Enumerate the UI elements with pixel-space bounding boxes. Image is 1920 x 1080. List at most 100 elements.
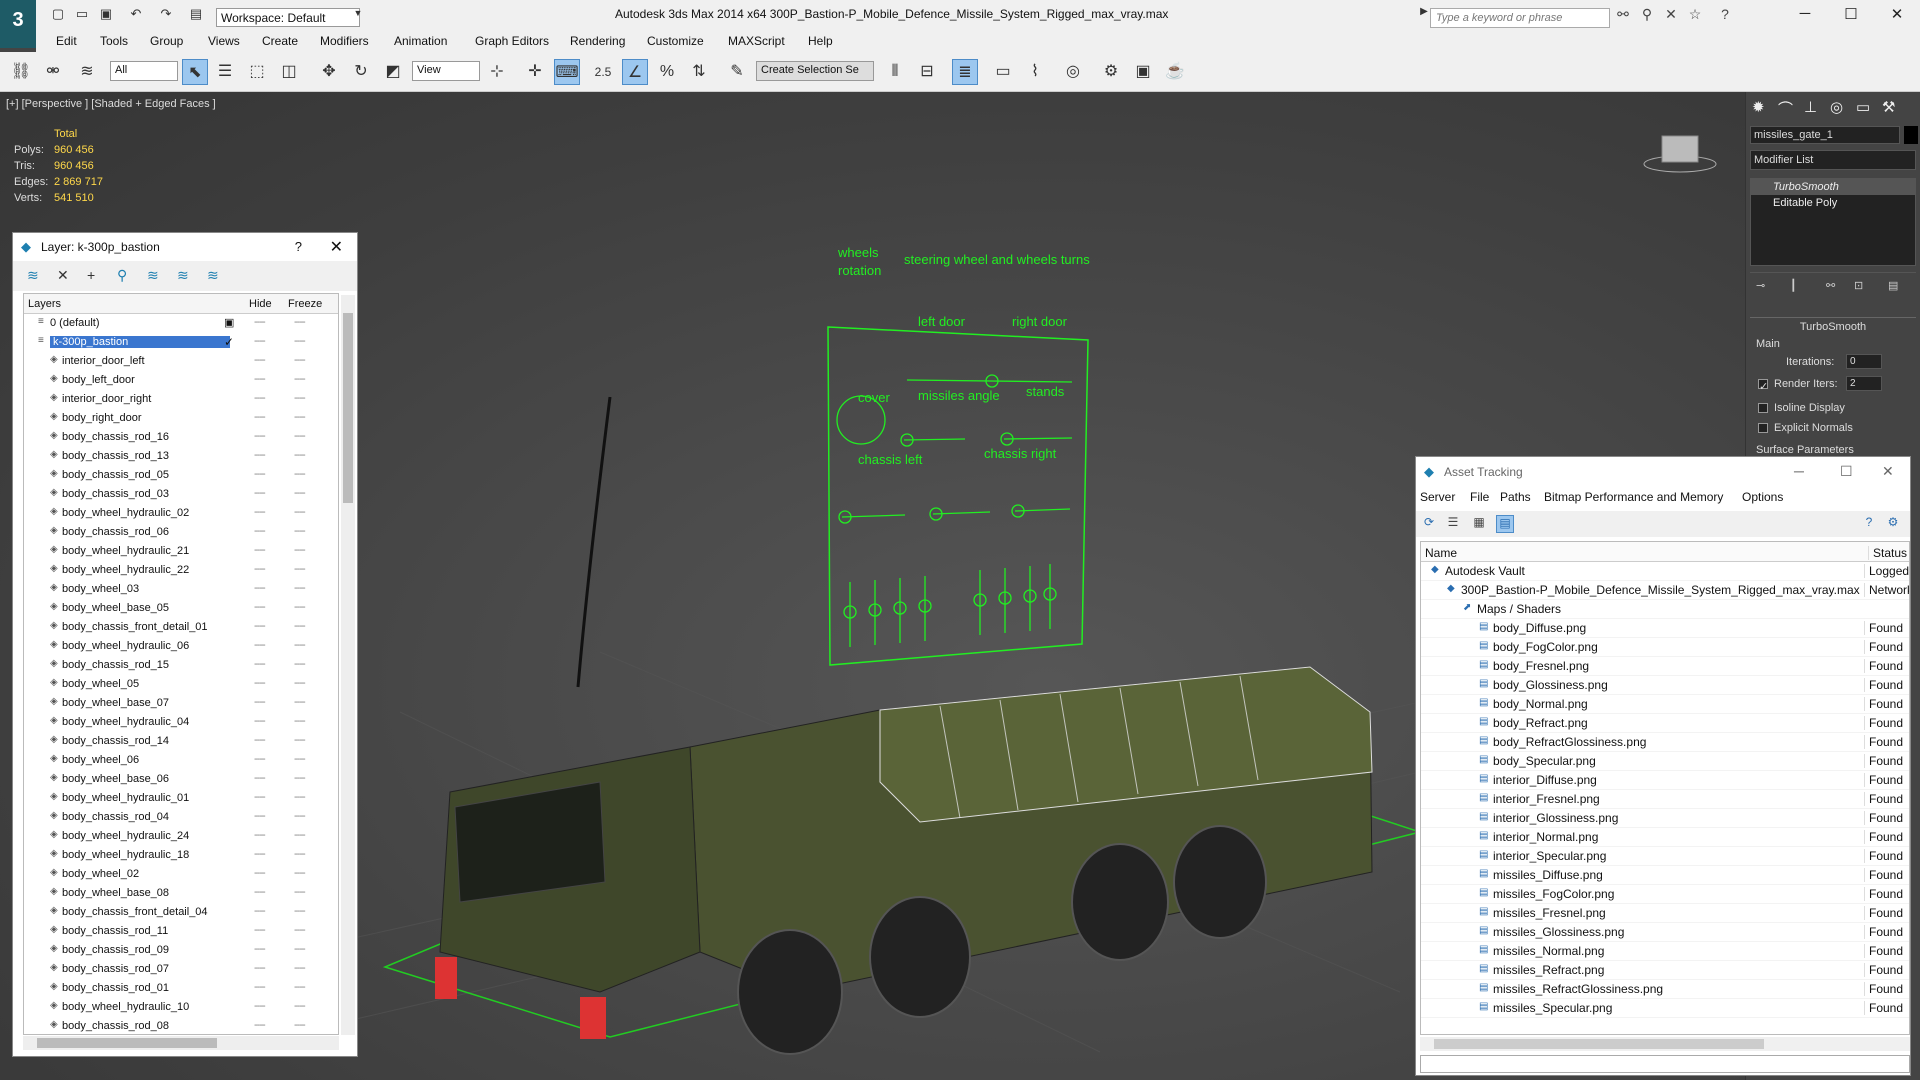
freeze-toggle[interactable]: ---- — [294, 886, 306, 898]
menu-create[interactable]: Create — [262, 34, 298, 48]
refresh-icon[interactable]: ⟳ — [1420, 515, 1438, 533]
hide-toggle[interactable]: ---- — [254, 829, 266, 841]
turbosmooth-rollout[interactable]: TurboSmooth — [1750, 317, 1916, 335]
asset-row[interactable]: ▤ interior_Specular.png Found — [1421, 847, 1909, 866]
pin-stack-icon[interactable]: ⊸ — [1756, 279, 1765, 292]
freeze-toggle[interactable]: ---- — [294, 392, 306, 404]
menu-bitmap-performance[interactable]: Bitmap Performance and Memory — [1544, 490, 1723, 504]
asset-name[interactable]: Autodesk Vault — [1445, 564, 1525, 578]
asset-name[interactable]: interior_Normal.png — [1493, 830, 1598, 844]
select-object-icon[interactable]: ⬉ — [182, 59, 208, 85]
render-iters-spinner[interactable]: 2 — [1846, 376, 1882, 391]
layer-row[interactable]: ◈ body_wheel_06 ---- ---- — [24, 751, 338, 770]
asset-name[interactable]: interior_Specular.png — [1493, 849, 1606, 863]
freeze-toggle[interactable]: ---- — [294, 354, 306, 366]
layer-name[interactable]: body_chassis_rod_04 — [62, 811, 169, 823]
asset-row[interactable]: ▤ missiles_Refract.png Found — [1421, 961, 1909, 980]
layer-name[interactable]: body_wheel_hydraulic_06 — [62, 640, 189, 652]
freeze-toggle[interactable]: ---- — [294, 734, 306, 746]
link-icon[interactable]: ⛓ — [8, 59, 34, 85]
asset-row[interactable]: ▤ body_Fresnel.png Found — [1421, 657, 1909, 676]
hide-toggle[interactable]: ---- — [254, 582, 266, 594]
layer-row[interactable]: ◈ body_wheel_hydraulic_24 ---- ---- — [24, 827, 338, 846]
align-icon[interactable]: ⊟ — [914, 59, 940, 85]
layer-name[interactable]: body_chassis_front_detail_04 — [62, 906, 208, 918]
freeze-all-icon[interactable]: ≋ — [207, 267, 219, 284]
hide-all-icon[interactable]: ≋ — [177, 267, 189, 284]
search-input[interactable]: Type a keyword or phrase — [1430, 8, 1610, 28]
hide-toggle[interactable]: ---- — [254, 525, 266, 537]
hide-toggle[interactable]: ---- — [254, 468, 266, 480]
col-status[interactable]: Status — [1868, 546, 1907, 560]
asset-row[interactable]: ▤ body_FogColor.png Found — [1421, 638, 1909, 657]
layer-row[interactable]: ≡ 0 (default) ▣ ---- ---- — [24, 314, 338, 333]
project-folder-icon[interactable]: ▤ — [186, 6, 206, 24]
layer-name[interactable]: body_wheel_hydraulic_24 — [62, 830, 189, 842]
layer-name[interactable]: body_wheel_06 — [62, 754, 139, 766]
layer-row[interactable]: ◈ body_chassis_rod_15 ---- ---- — [24, 656, 338, 675]
freeze-toggle[interactable]: ---- — [294, 449, 306, 461]
layer-name[interactable]: interior_door_left — [62, 355, 145, 367]
utilities-tab-icon[interactable]: ⚒ — [1882, 98, 1895, 116]
freeze-toggle[interactable]: ---- — [294, 696, 306, 708]
layer-row[interactable]: ◈ body_wheel_hydraulic_01 ---- ---- — [24, 789, 338, 808]
scroll-thumb[interactable] — [37, 1038, 217, 1048]
workspace-dropdown-icon[interactable]: ▼ — [348, 8, 368, 26]
asset-name[interactable]: missiles_Refract.png — [1493, 963, 1604, 977]
menu-help[interactable]: Help — [808, 34, 833, 48]
curve-editor-icon[interactable]: ⌇ — [1022, 59, 1048, 85]
freeze-toggle[interactable]: ---- — [294, 544, 306, 556]
layer-scrollbar[interactable] — [341, 295, 355, 1035]
asset-name[interactable]: missiles_Diffuse.png — [1493, 868, 1603, 882]
hide-toggle[interactable]: ---- — [254, 753, 266, 765]
render-iters-checkbox[interactable]: ✓ — [1758, 379, 1768, 393]
freeze-toggle[interactable]: ---- — [294, 981, 306, 993]
active-layer-check-icon[interactable]: ✓ — [224, 335, 234, 349]
freeze-toggle[interactable]: ---- — [294, 677, 306, 689]
freeze-toggle[interactable]: ---- — [294, 506, 306, 518]
stack-item-turbosmooth[interactable]: TurboSmooth — [1751, 179, 1915, 195]
layer-row[interactable]: ◈ body_chassis_front_detail_04 ---- ---- — [24, 903, 338, 922]
layer-manager-window[interactable]: Layer: k-300p_bastion ◆ ? ✕ ≋ ✕ + ⚲ ≋ ≋ … — [12, 232, 358, 1057]
hide-toggle[interactable]: ---- — [254, 658, 266, 670]
unlink-icon[interactable]: ⚮ — [40, 59, 66, 85]
asset-help-icon[interactable]: ? — [1860, 515, 1878, 533]
help-icon[interactable]: ? — [295, 239, 302, 254]
hide-toggle[interactable]: ---- — [254, 1000, 266, 1012]
angle-snap-icon[interactable]: ∠ — [622, 59, 648, 85]
freeze-toggle[interactable]: ---- — [294, 373, 306, 385]
selection-filter-select[interactable]: All — [110, 61, 178, 81]
asset-row[interactable]: ▤ interior_Diffuse.png Found — [1421, 771, 1909, 790]
hide-toggle[interactable]: ---- — [254, 392, 266, 404]
layer-row[interactable]: ◈ body_chassis_rod_04 ---- ---- — [24, 808, 338, 827]
modify-tab-icon[interactable]: ⌒ — [1778, 98, 1793, 119]
hide-toggle[interactable]: ---- — [254, 886, 266, 898]
hide-toggle[interactable]: ---- — [254, 848, 266, 860]
minimize-icon[interactable]: ─ — [1794, 463, 1804, 479]
hide-toggle[interactable]: ---- — [254, 1019, 266, 1031]
menu-customize[interactable]: Customize — [647, 34, 704, 48]
col-name[interactable]: Name — [1425, 546, 1457, 560]
layer-row[interactable]: ◈ body_wheel_05 ---- ---- — [24, 675, 338, 694]
ribbon-icon[interactable]: ▭ — [990, 59, 1016, 85]
redo-icon[interactable]: ↷ — [156, 6, 176, 24]
window-crossing-icon[interactable]: ◫ — [276, 59, 302, 85]
layer-name[interactable]: body_chassis_rod_08 — [62, 1020, 169, 1032]
render-production-icon[interactable]: ☕ — [1162, 59, 1188, 85]
layer-window-title[interactable]: Layer: k-300p_bastion — [13, 233, 357, 261]
display-tab-icon[interactable]: ▭ — [1856, 98, 1870, 116]
asset-name[interactable]: body_Fresnel.png — [1493, 659, 1589, 673]
hide-toggle[interactable]: ---- — [254, 962, 266, 974]
object-name-field[interactable]: missiles_gate_1 — [1750, 126, 1900, 144]
select-in-layer-icon[interactable]: ⚲ — [117, 267, 127, 284]
keyboard-shortcut-icon[interactable]: ⌨ — [554, 59, 580, 85]
hide-toggle[interactable]: ---- — [254, 924, 266, 936]
freeze-toggle[interactable]: ---- — [294, 1019, 306, 1031]
select-manipulate-icon[interactable]: ✛ — [522, 59, 548, 85]
scroll-thumb[interactable] — [343, 313, 353, 503]
hide-toggle[interactable]: ---- — [254, 734, 266, 746]
rotate-icon[interactable]: ↻ — [348, 59, 374, 85]
asset-row[interactable]: ◆ Autodesk Vault Logged Out — [1421, 562, 1909, 581]
hide-toggle[interactable]: ---- — [254, 354, 266, 366]
layer-name[interactable]: k-300p_bastion — [50, 336, 230, 348]
